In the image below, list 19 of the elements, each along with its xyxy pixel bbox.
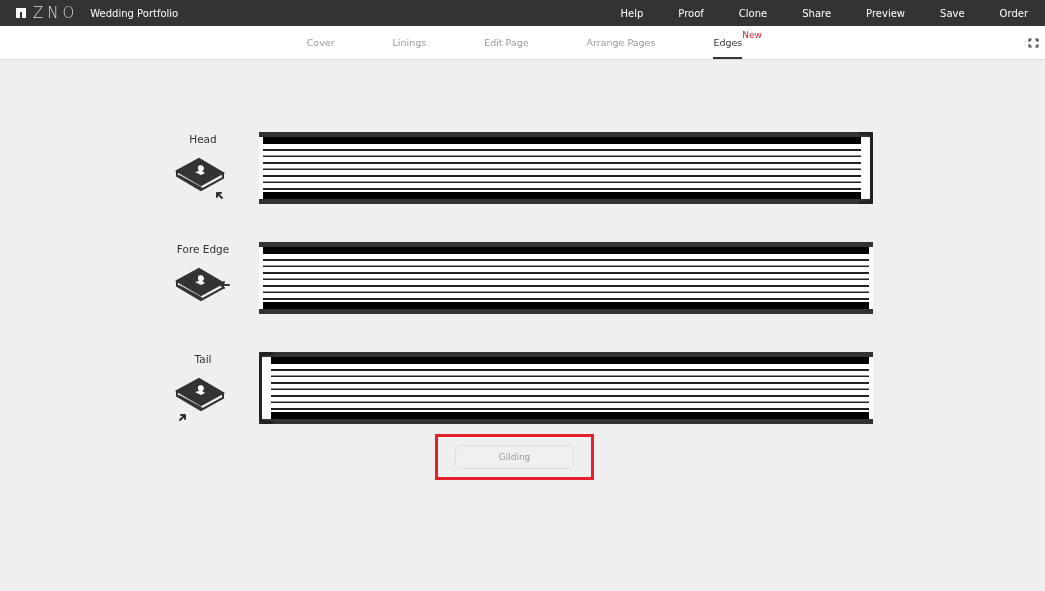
logo: ZNO [33,4,79,22]
menu-link[interactable]: Preview [842,7,917,19]
menu-link[interactable]: Proof [654,7,715,19]
book-edge-drawing[interactable] [259,132,873,204]
edge-label: Fore Edge [176,243,230,255]
new-label: New [742,30,762,40]
fullscreen-icon[interactable] [1028,38,1039,48]
menu-link[interactable]: Share [778,7,843,19]
book-edge-drawing[interactable] [259,242,873,314]
menu-link[interactable]: Order [975,7,1039,19]
menu-link[interactable]: Help [596,7,655,19]
edge-label: Tail [194,353,212,365]
edge-label: Head [189,133,217,145]
tab[interactable]: Edges New [692,26,764,59]
logo-icon [16,8,26,18]
menu-link[interactable]: Save [916,7,976,19]
project-title: Wedding Portfolio [90,7,179,19]
book-edge-drawing[interactable] [259,352,873,424]
menu-link[interactable]: Clone [714,7,779,19]
